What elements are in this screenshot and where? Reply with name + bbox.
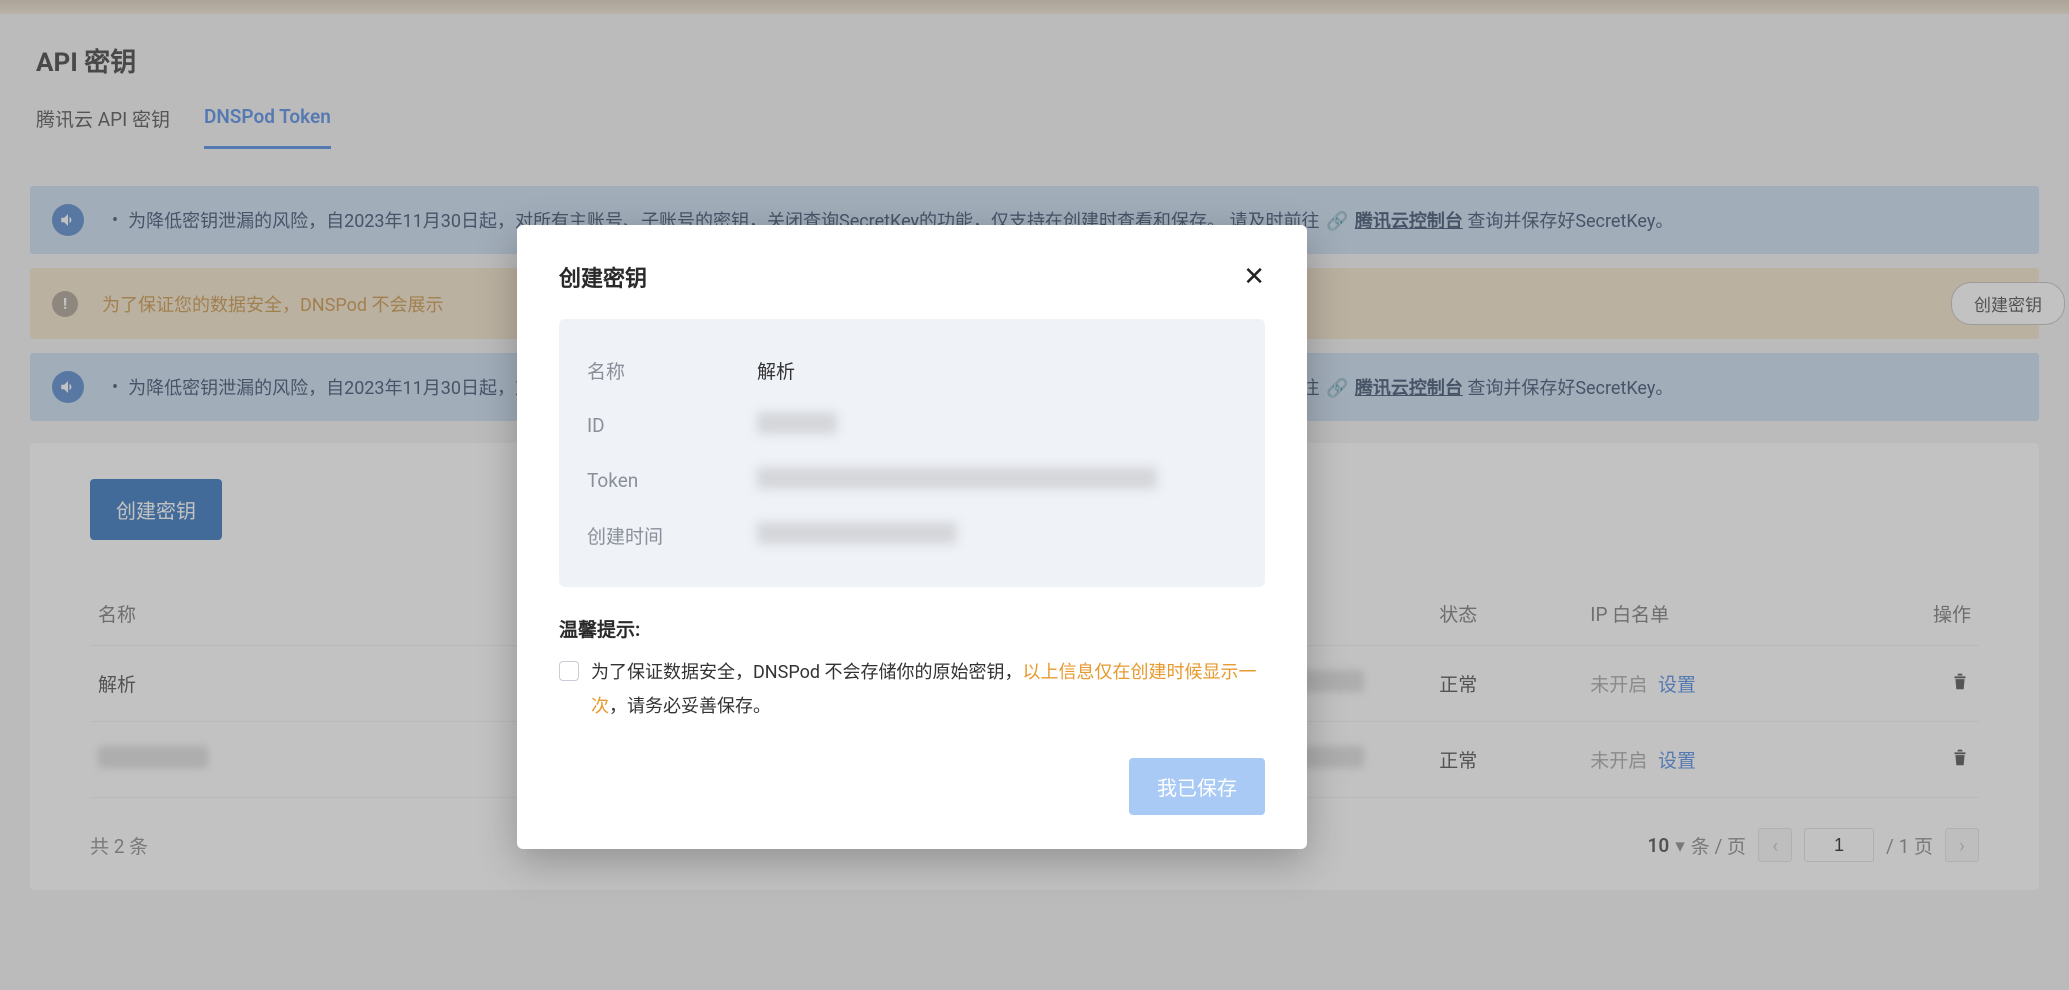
key-info-panel: 名称 解析 ID Token 创建时间 xyxy=(559,319,1265,587)
create-key-modal: 创建密钥 ✕ 名称 解析 ID Token 创建时间 温馨提示: 为了保证数据安… xyxy=(517,225,1307,849)
field-token-label: Token xyxy=(587,469,757,492)
field-created-value xyxy=(757,522,957,549)
tips-section: 温馨提示: 为了保证数据安全，DNSPod 不会存储你的原始密钥，以上信息仅在创… xyxy=(559,615,1265,724)
modal-title: 创建密钥 xyxy=(559,261,647,293)
tips-checkbox[interactable] xyxy=(559,661,579,681)
field-token-value xyxy=(757,467,1157,494)
saved-button[interactable]: 我已保存 xyxy=(1129,758,1265,815)
field-created-label: 创建时间 xyxy=(587,522,757,549)
field-id-label: ID xyxy=(587,414,757,437)
field-name-label: 名称 xyxy=(587,357,757,384)
field-name-value: 解析 xyxy=(757,357,795,384)
field-id-value xyxy=(757,412,837,439)
close-icon[interactable]: ✕ xyxy=(1243,264,1265,290)
tips-text: 为了保证数据安全，DNSPod 不会存储你的原始密钥，以上信息仅在创建时候显示一… xyxy=(591,656,1265,724)
tips-heading: 温馨提示: xyxy=(559,615,1265,642)
